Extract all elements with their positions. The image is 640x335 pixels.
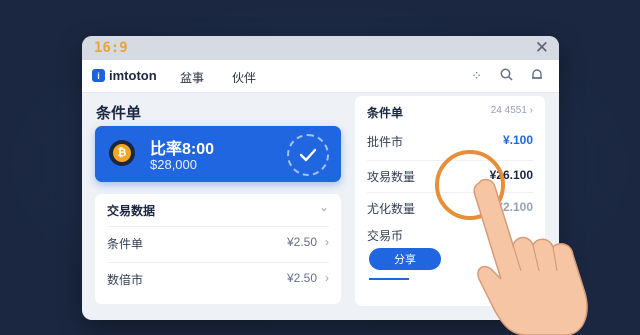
row-label: 尤化数量 bbox=[367, 202, 416, 216]
notification-icon[interactable] bbox=[531, 68, 543, 84]
pointing-hand-icon bbox=[473, 178, 588, 335]
panel-header: 交易数据 bbox=[107, 204, 156, 218]
chevron-down-icon[interactable]: ⌄ bbox=[319, 200, 329, 214]
card-value: $28,000 bbox=[150, 157, 197, 172]
card-title: 比率8:00 bbox=[150, 141, 215, 158]
nav-icon-group: ⁘ bbox=[471, 68, 543, 84]
list-item[interactable]: 条件单 ¥2.50 › bbox=[107, 226, 329, 255]
ratio-card[interactable]: ₿ 比率8:00 $28,000 bbox=[95, 126, 341, 182]
bitcoin-icon: ₿ bbox=[113, 144, 131, 162]
nav-item-2[interactable]: 伙伴 bbox=[232, 69, 256, 86]
search-icon[interactable] bbox=[500, 68, 513, 84]
close-button[interactable]: ✕ bbox=[535, 38, 549, 58]
panel-header: 条件单 bbox=[367, 106, 404, 120]
nav-item-1[interactable]: 盆事 bbox=[180, 69, 204, 86]
logo-icon: i bbox=[92, 69, 105, 82]
check-icon[interactable] bbox=[287, 134, 329, 176]
coin-icon: ₿ bbox=[109, 140, 135, 166]
chevron-right-icon: › bbox=[325, 271, 329, 285]
tab-underline bbox=[369, 278, 409, 280]
trade-data-panel: 交易数据 ⌄ 条件单 ¥2.50 › 数偣市 ¥2.50 › bbox=[95, 194, 341, 304]
list-item[interactable]: 数偣市 ¥2.50 › bbox=[107, 262, 329, 291]
row-label: 交易币 bbox=[367, 229, 404, 243]
chevron-right-icon: › bbox=[325, 235, 329, 249]
aspect-ratio-label: 16:9 bbox=[94, 40, 128, 56]
logo[interactable]: i imtoton bbox=[92, 68, 157, 83]
logo-text: imtoton bbox=[109, 68, 157, 83]
more-icon[interactable]: ⁘ bbox=[471, 68, 482, 84]
row-value: ¥2.50 bbox=[286, 235, 317, 249]
header-number: 24 4551 › bbox=[490, 105, 533, 116]
row-label: 数偣市 bbox=[107, 273, 144, 287]
row-label: 攻易数量 bbox=[367, 170, 416, 184]
row-value: ¥2.50 bbox=[286, 271, 317, 285]
row-label: 批件市 bbox=[367, 135, 404, 149]
nav-bar: i imtoton 盆事 伙伴 ⁘ bbox=[82, 60, 559, 93]
row-value: ¥.100 bbox=[502, 133, 533, 147]
title-bar: 16:9 ✕ bbox=[82, 36, 559, 60]
page-title: 条件单 bbox=[96, 105, 142, 122]
list-item[interactable]: 批件市 ¥.100 bbox=[367, 126, 533, 154]
row-label: 条件单 bbox=[107, 237, 144, 251]
share-button[interactable]: 分享 bbox=[369, 248, 441, 270]
